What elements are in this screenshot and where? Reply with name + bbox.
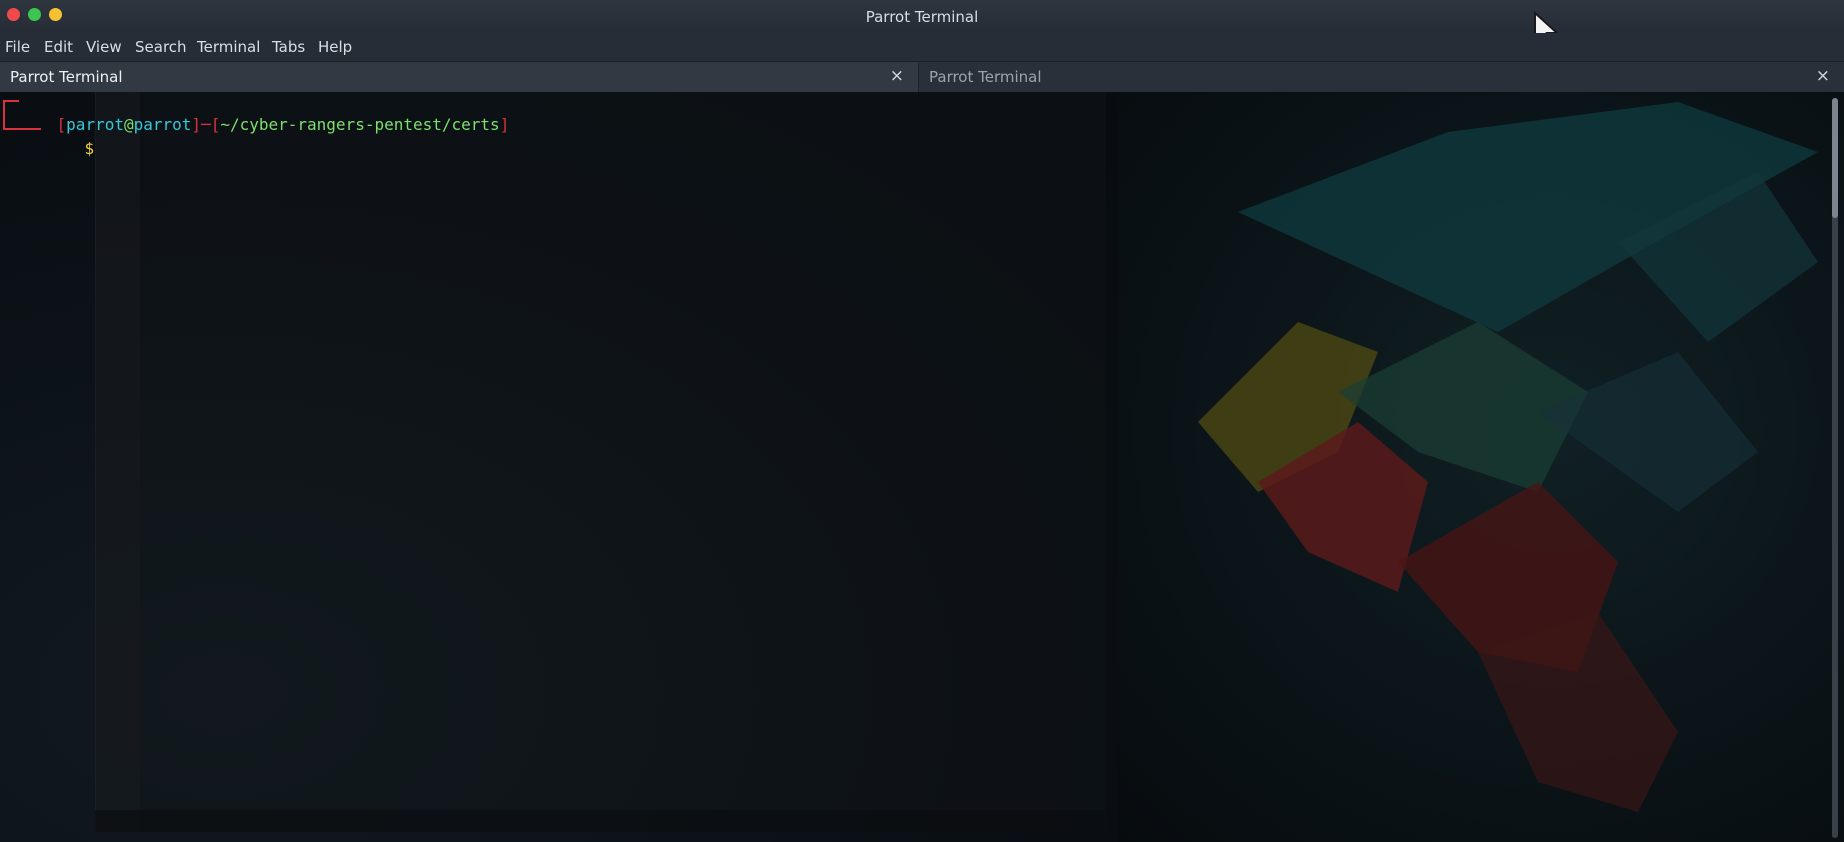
prompt-close-bracket: ] [191,115,202,134]
menu-terminal[interactable]: Terminal [197,38,260,56]
prompt-path: ~/cyber-rangers-pentest/certs [220,115,500,134]
menu-bar: File Edit View Search Terminal Tabs Help [0,33,1844,62]
prompt-at: @ [123,115,134,134]
title-bar: Parrot Terminal [0,0,1844,48]
terminal-scrollbar[interactable] [1832,98,1838,838]
ghost-status-bar [95,810,1105,832]
tab-label: Parrot Terminal [10,68,123,86]
ghost-code-editor-overlay [95,92,1106,832]
ghost-activity-bar [95,92,140,832]
wallpaper-background [1118,92,1844,842]
parrot-wallpaper-image [1198,102,1818,812]
tab-parrot-terminal-1[interactable]: Parrot Terminal × [0,62,919,92]
command-line[interactable]: $ [46,113,95,185]
prompt-dollar: $ [84,139,95,158]
tab-close-icon[interactable]: × [1816,66,1830,86]
tab-parrot-terminal-2[interactable]: Parrot Terminal × [919,62,1844,92]
prompt-dash: ─ [201,115,211,134]
menu-tabs[interactable]: Tabs [272,38,305,56]
menu-edit[interactable]: Edit [44,38,73,56]
menu-file[interactable]: File [5,38,30,56]
menu-help[interactable]: Help [318,38,352,56]
terminal-scroll-thumb[interactable] [1832,98,1838,218]
menu-search[interactable]: Search [135,38,187,56]
tab-label: Parrot Terminal [929,68,1042,86]
menu-view[interactable]: View [86,38,122,56]
tab-bar: Parrot Terminal × Parrot Terminal × [0,62,1844,92]
prompt-path-open: [ [210,115,221,134]
prompt-host: parrot [133,115,192,134]
terminal-area[interactable]: [parrot@parrot]─[~/cyber-rangers-pentest… [0,92,1844,842]
tab-close-icon[interactable]: × [890,66,904,86]
window-title: Parrot Terminal [865,8,979,26]
prompt-path-close: ] [499,115,510,134]
